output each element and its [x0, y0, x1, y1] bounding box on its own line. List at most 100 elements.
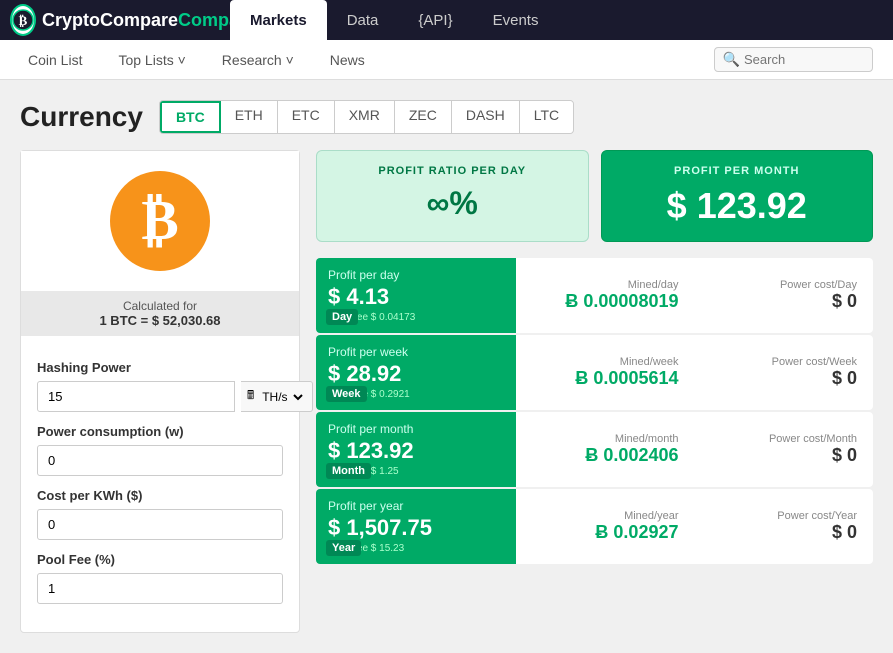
data-row-month: Profit per month $ 123.92 Pool Fee $ 1.2…	[316, 412, 873, 487]
profit-value-year: $ 1,507.75	[328, 515, 504, 541]
profit-cards: PROFIT RATIO PER DAY ∞% PROFIT PER MONTH…	[316, 150, 873, 242]
nav-item-events[interactable]: Events	[473, 0, 559, 40]
power-value-year: $ 0	[711, 522, 858, 543]
nav-coin-list[interactable]: Coin List	[20, 40, 90, 79]
calculated-for: Calculated for 1 BTC = $ 52,030.68	[21, 291, 299, 336]
profit-value-week: $ 28.92	[328, 361, 504, 387]
tab-eth[interactable]: ETH	[221, 101, 278, 133]
pool-fee-label: Pool Fee (%)	[37, 552, 283, 567]
nav-news[interactable]: News	[322, 40, 373, 79]
cost-kwh-label: Cost per KWh ($)	[37, 488, 283, 503]
nav-research[interactable]: Research ˅	[214, 40, 302, 79]
data-row-left-month: Profit per month $ 123.92 Pool Fee $ 1.2…	[316, 412, 516, 487]
mined-title-month: Mined/month	[532, 433, 679, 445]
period-label-week: Week	[326, 386, 367, 402]
power-consumption-label: Power consumption (w)	[37, 424, 283, 439]
search-box[interactable]: 🔍	[714, 47, 873, 72]
profit-month-card: PROFIT PER MONTH $ 123.92	[601, 150, 874, 242]
profit-value-month: $ 123.92	[328, 438, 504, 464]
profit-title-day: Profit per day	[328, 268, 504, 282]
main-content: Currency BTC ETH ETC XMR ZEC DASH LTC ₿ …	[0, 80, 893, 653]
mined-value-week: Ƀ 0.0005614	[532, 368, 679, 389]
mined-value-month: Ƀ 0.002406	[532, 445, 679, 466]
main-nav: Markets Data {API} Events	[230, 0, 558, 40]
data-row-mid-year: Mined/year Ƀ 0.02927	[516, 489, 695, 564]
period-label-day: Day	[326, 309, 358, 325]
btc-icon: ₿	[110, 171, 210, 271]
mined-title-year: Mined/year	[532, 510, 679, 522]
data-row-year: Profit per year $ 1,507.75 Pool Fee $ 15…	[316, 489, 873, 564]
calculator-icon: 🖩	[247, 386, 254, 407]
tab-zec[interactable]: ZEC	[395, 101, 452, 133]
form-area: Hashing Power 🖩 TH/s GH/s MH/s Power con…	[21, 336, 299, 616]
profit-title-week: Profit per week	[328, 345, 504, 359]
tab-ltc[interactable]: LTC	[520, 101, 573, 133]
tab-xmr[interactable]: XMR	[335, 101, 395, 133]
data-row-week: Profit per week $ 28.92 Pool Fee $ 0.292…	[316, 335, 873, 410]
power-consumption-input[interactable]	[37, 445, 283, 476]
currency-header: Currency BTC ETH ETC XMR ZEC DASH LTC	[20, 100, 873, 134]
power-title-day: Power cost/Day	[711, 279, 858, 291]
nav-top-lists[interactable]: Top Lists ˅	[110, 40, 193, 79]
search-input[interactable]	[744, 52, 864, 67]
power-value-month: $ 0	[711, 445, 858, 466]
profit-month-title: PROFIT PER MONTH	[618, 165, 857, 177]
pool-fee-input[interactable]	[37, 573, 283, 604]
profit-ratio-title: PROFIT RATIO PER DAY	[333, 165, 572, 177]
tab-dash[interactable]: DASH	[452, 101, 520, 133]
tab-btc[interactable]: BTC	[160, 101, 221, 133]
power-title-month: Power cost/Month	[711, 433, 858, 445]
period-label-month: Month	[326, 463, 371, 479]
svg-text:₿: ₿	[19, 13, 28, 28]
cost-kwh-input[interactable]	[37, 509, 283, 540]
profit-title-month: Profit per month	[328, 422, 504, 436]
hashing-power-label: Hashing Power	[37, 360, 283, 375]
power-title-week: Power cost/Week	[711, 356, 858, 368]
right-panel: PROFIT RATIO PER DAY ∞% PROFIT PER MONTH…	[316, 150, 873, 633]
mined-title-week: Mined/week	[532, 356, 679, 368]
data-row-mid-week: Mined/week Ƀ 0.0005614	[516, 335, 695, 410]
profit-month-value: $ 123.92	[618, 185, 857, 227]
data-row-day: Profit per day $ 4.13 Pool Fee $ 0.04173…	[316, 258, 873, 333]
hashing-power-row: 🖩 TH/s GH/s MH/s	[37, 381, 283, 412]
logo[interactable]: ₿ CryptoCompareCompare	[10, 4, 230, 36]
currency-tabs: BTC ETH ETC XMR ZEC DASH LTC	[159, 100, 574, 134]
power-value-day: $ 0	[711, 291, 858, 312]
hashing-power-unit-select[interactable]: TH/s GH/s MH/s	[258, 389, 306, 405]
nav-item-markets[interactable]: Markets	[230, 0, 327, 40]
content-layout: ₿ Calculated for 1 BTC = $ 52,030.68 Has…	[20, 150, 873, 633]
power-title-year: Power cost/Year	[711, 510, 858, 522]
nav-item-data[interactable]: Data	[327, 0, 399, 40]
left-panel: ₿ Calculated for 1 BTC = $ 52,030.68 Has…	[20, 150, 300, 633]
profit-value-day: $ 4.13	[328, 284, 504, 310]
btc-price: 1 BTC = $ 52,030.68	[29, 313, 291, 328]
tab-etc[interactable]: ETC	[278, 101, 335, 133]
hashing-power-input[interactable]	[37, 381, 235, 412]
search-icon: 🔍	[723, 51, 740, 68]
profit-ratio-value: ∞%	[333, 185, 572, 222]
mined-value-year: Ƀ 0.02927	[532, 522, 679, 543]
data-row-left-day: Profit per day $ 4.13 Pool Fee $ 0.04173…	[316, 258, 516, 333]
data-row-right-week: Power cost/Week $ 0	[695, 335, 874, 410]
data-row-left-year: Profit per year $ 1,507.75 Pool Fee $ 15…	[316, 489, 516, 564]
top-navigation: ₿ CryptoCompareCompare Markets Data {API…	[0, 0, 893, 40]
data-row-right-month: Power cost/Month $ 0	[695, 412, 874, 487]
hashing-power-addon[interactable]: 🖩 TH/s GH/s MH/s	[241, 381, 313, 412]
profit-title-year: Profit per year	[328, 499, 504, 513]
period-label-year: Year	[326, 540, 361, 556]
calculated-for-label: Calculated for	[29, 299, 291, 313]
data-row-right-day: Power cost/Day $ 0	[695, 258, 874, 333]
btc-icon-area: ₿	[21, 151, 299, 291]
nav-item-api[interactable]: {API}	[398, 0, 472, 40]
data-row-right-year: Power cost/Year $ 0	[695, 489, 874, 564]
data-row-left-week: Profit per week $ 28.92 Pool Fee $ 0.292…	[316, 335, 516, 410]
mined-value-day: Ƀ 0.00008019	[532, 291, 679, 312]
logo-icon: ₿	[10, 4, 36, 36]
data-row-mid-day: Mined/day Ƀ 0.00008019	[516, 258, 695, 333]
data-row-mid-month: Mined/month Ƀ 0.002406	[516, 412, 695, 487]
profit-ratio-card: PROFIT RATIO PER DAY ∞%	[316, 150, 589, 242]
mined-title-day: Mined/day	[532, 279, 679, 291]
power-value-week: $ 0	[711, 368, 858, 389]
data-rows-container: Profit per day $ 4.13 Pool Fee $ 0.04173…	[316, 258, 873, 564]
logo-text: CryptoCompareCompare	[42, 10, 256, 31]
